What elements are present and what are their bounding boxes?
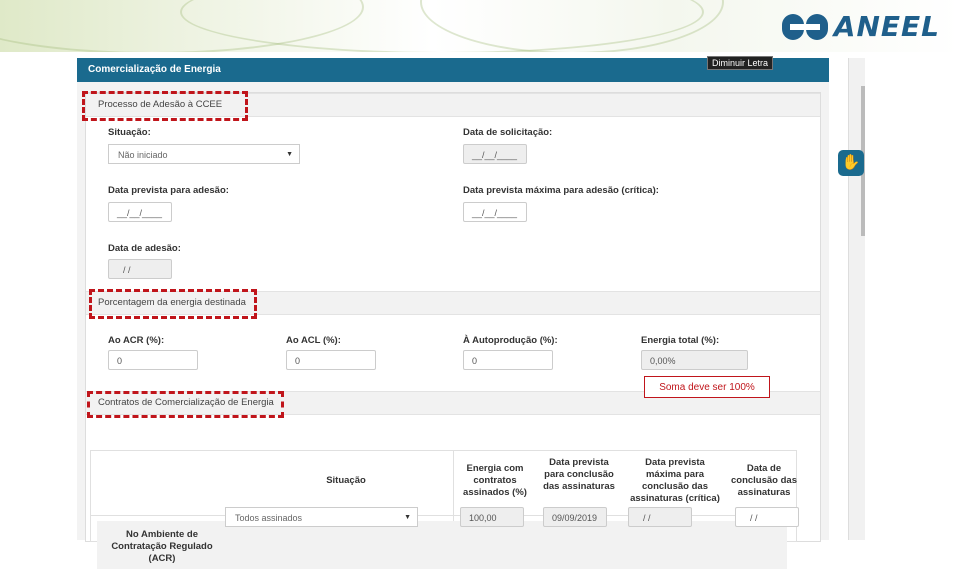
acr-situacao-select-value: Todos assinados [235,513,303,523]
contracts-table: Situação Energia com contratos assinados… [90,450,797,569]
energia-total-input[interactable]: 0,00% [641,350,748,370]
energia-total-label: Energia total (%): [641,335,720,346]
aneel-logo-mark-icon [781,12,828,42]
autoproducao-label: À Autoprodução (%): [463,335,558,346]
data-adesao-input[interactable]: / / [108,259,172,279]
aneel-logo-text: ANEEL [833,10,940,43]
acr-data-conclusao-input[interactable]: / / [735,507,799,527]
data-prevista-max-input[interactable]: __/__/____ [463,202,527,222]
autoproducao-input[interactable]: 0 [463,350,553,370]
acl-input[interactable]: 0 [286,350,376,370]
acl-label: Ao ACL (%): [286,335,341,346]
data-solicitacao-label: Data de solicitação: [463,127,553,138]
acr-data-prevista-input[interactable]: 09/09/2019 [543,507,607,527]
chevron-down-icon: ▼ [286,151,293,158]
highlight-box-contratos [87,391,284,418]
acr-label: Ao ACR (%): [108,335,165,346]
acr-energia-input[interactable]: 100,00 [460,507,524,527]
situacao-select[interactable]: Não iniciado ▼ [108,144,300,164]
data-solicitacao-input[interactable]: __/__/____ [463,144,527,164]
decrease-font-button[interactable]: Diminuir Letra [706,56,773,70]
situacao-label: Situação: [108,127,151,138]
row-label-acr: No Ambiente de Contratação Regulado (ACR… [111,529,213,564]
aneel-logo: ANEEL [781,10,940,43]
sign-language-icon[interactable]: ✋ [838,150,864,176]
header-data-prevista: Data prevista para conclusão das assinat… [543,457,615,492]
acr-data-prevista-max-input[interactable]: / / [628,507,692,527]
highlight-box-adesao [82,91,248,121]
header-data-conclusao: Data de conclusão das assinaturas [731,463,797,498]
page-scrollbar[interactable] [848,58,865,540]
highlight-box-percentagem [89,289,257,319]
header-data-prevista-max: Data prevista máxima para conclusão das … [630,457,720,504]
data-adesao-label: Data de adesão: [108,243,181,254]
situacao-select-value: Não iniciado [118,150,168,160]
data-prevista-max-label: Data prevista máxima para adesão (crític… [463,185,659,196]
header-banner: ANEEL [0,0,960,52]
data-prevista-input[interactable]: __/__/____ [108,202,172,222]
header-energia: Energia com contratos assinados (%) [463,463,527,498]
header-situacao: Situação [326,475,366,486]
acr-situacao-select[interactable]: Todos assinados ▼ [225,507,418,527]
acr-input[interactable]: 0 [108,350,198,370]
sum-warning: Soma deve ser 100% [644,376,770,398]
chevron-down-icon: ▼ [404,514,411,521]
data-prevista-label: Data prevista para adesão: [108,185,229,196]
